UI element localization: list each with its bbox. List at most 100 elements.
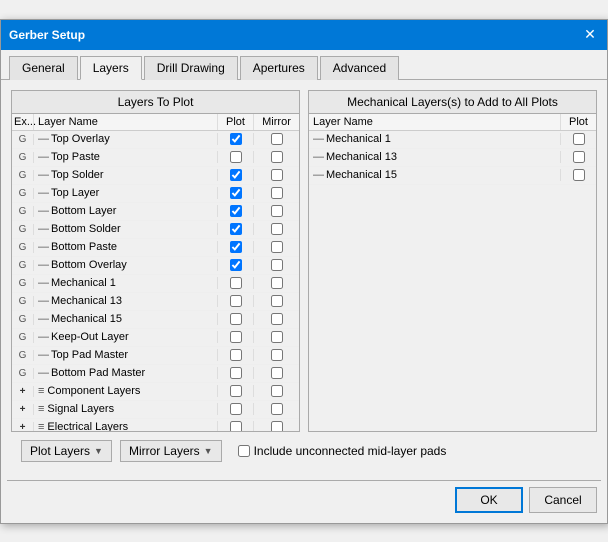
right-panel-header: Mechanical Layers(s) to Add to All Plots (309, 91, 596, 114)
table-row: G —Mechanical 15 (12, 311, 299, 329)
table-row: G —Bottom Pad Master (12, 365, 299, 383)
row-mirror-checkbox[interactable] (253, 367, 299, 379)
row-mirror-checkbox[interactable] (253, 313, 299, 325)
right-row-name: —Mechanical 1 (309, 133, 560, 145)
group-expand[interactable]: + (12, 422, 34, 431)
row-mirror-checkbox[interactable] (253, 169, 299, 181)
dialog-buttons: OK Cancel (1, 481, 607, 523)
row-name: —Bottom Solder (34, 223, 217, 235)
group-plot-checkbox[interactable] (217, 385, 253, 397)
row-plot-checkbox[interactable] (217, 151, 253, 163)
row-plot-checkbox[interactable] (217, 241, 253, 253)
row-mirror-checkbox[interactable] (253, 223, 299, 235)
plot-layers-arrow-icon: ▼ (94, 446, 103, 456)
include-unconnected-checkbox[interactable] (238, 445, 250, 457)
row-ex: G (12, 152, 34, 163)
table-row: G —Bottom Paste (12, 239, 299, 257)
window-title: Gerber Setup (9, 28, 85, 42)
mirror-layers-label: Mirror Layers (129, 444, 200, 458)
right-col-name-header: Layer Name (309, 114, 560, 130)
row-mirror-checkbox[interactable] (253, 349, 299, 361)
table-row: G —Bottom Solder (12, 221, 299, 239)
mirror-layers-button[interactable]: Mirror Layers ▼ (120, 440, 222, 462)
row-ex: G (12, 224, 34, 235)
plot-layers-label: Plot Layers (30, 444, 90, 458)
group-row-electrical: + ≡Electrical Layers (12, 419, 299, 431)
right-row-plot-checkbox[interactable] (560, 133, 596, 145)
row-name: —Mechanical 13 (34, 295, 217, 307)
right-table-row: —Mechanical 13 (309, 149, 596, 167)
row-mirror-checkbox[interactable] (253, 295, 299, 307)
row-plot-checkbox[interactable] (217, 331, 253, 343)
cancel-button[interactable]: Cancel (529, 487, 597, 513)
row-mirror-checkbox[interactable] (253, 331, 299, 343)
row-plot-checkbox[interactable] (217, 187, 253, 199)
table-row: G —Keep-Out Layer (12, 329, 299, 347)
layers-table: G —Top Overlay G —Top Paste G (12, 131, 299, 431)
table-row: G —Top Pad Master (12, 347, 299, 365)
row-name: —Bottom Pad Master (34, 367, 217, 379)
table-row: G —Top Layer (12, 185, 299, 203)
row-plot-checkbox[interactable] (217, 133, 253, 145)
group-plot-checkbox[interactable] (217, 421, 253, 431)
bottom-bar: Plot Layers ▼ Mirror Layers ▼ Include un… (11, 432, 597, 470)
group-mirror-checkbox[interactable] (253, 385, 299, 397)
tab-bar: General Layers Drill Drawing Apertures A… (1, 50, 607, 80)
row-ex: G (12, 314, 34, 325)
row-mirror-checkbox[interactable] (253, 241, 299, 253)
group-mirror-checkbox[interactable] (253, 403, 299, 415)
row-mirror-checkbox[interactable] (253, 151, 299, 163)
row-ex: G (12, 278, 34, 289)
group-expand[interactable]: + (12, 386, 34, 397)
row-plot-checkbox[interactable] (217, 367, 253, 379)
left-panel-header: Layers To Plot (12, 91, 299, 114)
row-plot-checkbox[interactable] (217, 259, 253, 271)
panels: Layers To Plot Ex... Layer Name Plot Mir… (11, 90, 597, 432)
include-unconnected-label: Include unconnected mid-layer pads (238, 444, 447, 458)
group-plot-checkbox[interactable] (217, 403, 253, 415)
row-plot-checkbox[interactable] (217, 295, 253, 307)
right-row-plot-checkbox[interactable] (560, 151, 596, 163)
row-name: —Bottom Paste (34, 241, 217, 253)
right-row-plot-checkbox[interactable] (560, 169, 596, 181)
ok-button[interactable]: OK (455, 487, 523, 513)
row-plot-checkbox[interactable] (217, 205, 253, 217)
row-ex: G (12, 188, 34, 199)
row-mirror-checkbox[interactable] (253, 205, 299, 217)
mirror-layers-arrow-icon: ▼ (204, 446, 213, 456)
table-row: G —Top Overlay (12, 131, 299, 149)
tab-drill-drawing[interactable]: Drill Drawing (144, 56, 238, 80)
right-col-plot-header: Plot (560, 114, 596, 130)
row-name: —Top Overlay (34, 133, 217, 145)
row-plot-checkbox[interactable] (217, 313, 253, 325)
tab-layers[interactable]: Layers (80, 56, 142, 80)
row-plot-checkbox[interactable] (217, 223, 253, 235)
close-button[interactable]: ✕ (581, 26, 599, 44)
row-plot-checkbox[interactable] (217, 169, 253, 181)
group-mirror-checkbox[interactable] (253, 421, 299, 431)
row-plot-checkbox[interactable] (217, 349, 253, 361)
row-name: —Top Layer (34, 187, 217, 199)
include-unconnected-text: Include unconnected mid-layer pads (254, 444, 447, 458)
row-mirror-checkbox[interactable] (253, 277, 299, 289)
row-mirror-checkbox[interactable] (253, 187, 299, 199)
main-content: Layers To Plot Ex... Layer Name Plot Mir… (1, 80, 607, 480)
row-ex: G (12, 350, 34, 361)
col-name-header: Layer Name (34, 114, 217, 130)
row-name: —Top Solder (34, 169, 217, 181)
title-bar: Gerber Setup ✕ (1, 20, 607, 50)
row-mirror-checkbox[interactable] (253, 259, 299, 271)
tab-general[interactable]: General (9, 56, 78, 80)
tab-advanced[interactable]: Advanced (320, 56, 399, 80)
row-ex: G (12, 332, 34, 343)
table-row: G —Bottom Overlay (12, 257, 299, 275)
row-mirror-checkbox[interactable] (253, 133, 299, 145)
row-ex: G (12, 242, 34, 253)
right-row-name: —Mechanical 13 (309, 151, 560, 163)
row-name: —Mechanical 15 (34, 313, 217, 325)
row-plot-checkbox[interactable] (217, 277, 253, 289)
group-expand[interactable]: + (12, 404, 34, 415)
tab-apertures[interactable]: Apertures (240, 56, 318, 80)
plot-layers-button[interactable]: Plot Layers ▼ (21, 440, 112, 462)
group-row-signal: + ≡Signal Layers (12, 401, 299, 419)
